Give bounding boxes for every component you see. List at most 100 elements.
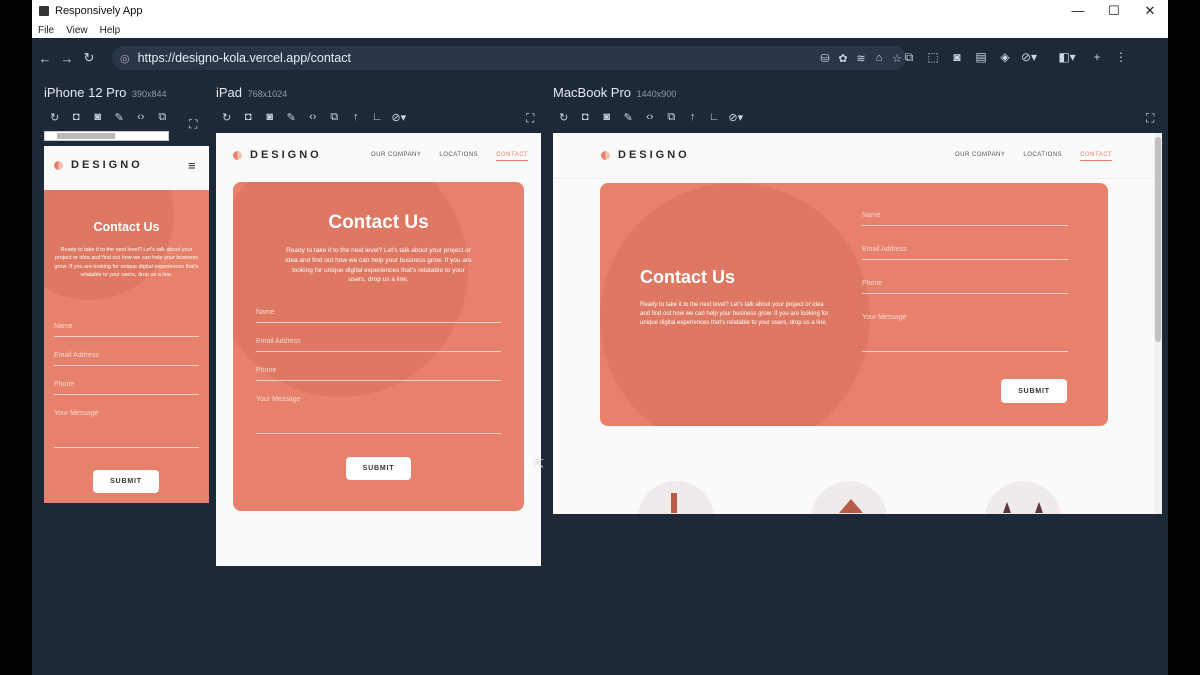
screenshot-icon[interactable]: ◙: [87, 111, 109, 124]
rotate-icon[interactable]: ⧉: [324, 111, 346, 124]
contact-body: Ready to take it to the next level? Let'…: [54, 247, 199, 278]
home-icon[interactable]: ⌂: [870, 52, 888, 65]
camera-icon[interactable]: ◘: [238, 111, 260, 124]
camera-icon[interactable]: ◘: [66, 111, 88, 124]
cookie-icon[interactable]: ✿: [834, 52, 852, 65]
contact-heading: Contact Us: [640, 267, 736, 287]
device-toolbar-macbook: ↻ ◘ ◙ ✎ ‹› ⧉ ↑ ∟ ⊘▾: [553, 111, 747, 124]
phone-field[interactable]: Phone: [54, 381, 199, 395]
name-field[interactable]: Name: [256, 309, 501, 323]
fullscreen-icon[interactable]: ⛶: [189, 117, 197, 132]
email-field[interactable]: Email Address: [256, 338, 501, 352]
pen-icon[interactable]: ✎: [109, 111, 131, 124]
contact-heading: Contact Us: [93, 220, 160, 234]
nav-locations[interactable]: LOCATIONS: [1023, 152, 1062, 161]
code-icon[interactable]: ‹›: [130, 111, 152, 124]
upload-icon[interactable]: ↑: [345, 111, 367, 124]
menu-file[interactable]: File: [38, 25, 54, 36]
email-field[interactable]: Email Address: [54, 352, 199, 366]
submit-button[interactable]: SUBMIT: [346, 457, 411, 480]
mouse-cursor-icon: ⇱: [534, 457, 545, 471]
app-window: Responsively App — ☐ ✕ File View Help ← …: [32, 0, 1168, 675]
logo-icon: [233, 150, 242, 160]
phone-field[interactable]: Phone: [256, 367, 501, 381]
camera-icon[interactable]: ◘: [575, 111, 597, 124]
layers-icon[interactable]: ◈: [993, 50, 1017, 65]
minimize-button[interactable]: —: [1060, 3, 1096, 19]
logo-text: DESIGNO: [250, 149, 322, 161]
maximize-button[interactable]: ☐: [1096, 3, 1132, 19]
address-bar[interactable]: ◎ https://designo-kola.vercel.app/contac…: [112, 46, 906, 70]
add-device-icon[interactable]: +: [1085, 50, 1109, 65]
menu-view[interactable]: View: [66, 25, 88, 36]
code-icon[interactable]: ‹›: [302, 111, 324, 124]
pen-icon[interactable]: ✎: [618, 111, 640, 124]
device-title-iphone: iPhone 12 Pro 390x844: [44, 85, 167, 100]
email-field[interactable]: Email Address: [862, 246, 1068, 260]
nav-contact[interactable]: CONTACT: [496, 152, 529, 161]
name-field[interactable]: Name: [54, 323, 199, 337]
submit-button[interactable]: SUBMIT: [93, 470, 159, 493]
logo-text: DESIGNO: [71, 159, 143, 171]
horizontal-scrollbar[interactable]: [44, 131, 169, 141]
nav-our-company[interactable]: OUR COMPANY: [371, 152, 421, 161]
nav-our-company[interactable]: OUR COMPANY: [955, 152, 1005, 161]
document-icon[interactable]: ▤: [969, 50, 993, 65]
layout-icon[interactable]: ◧▾: [1055, 50, 1079, 65]
network-icon[interactable]: ≋: [852, 52, 870, 65]
rotate-icon[interactable]: ⧉: [661, 111, 683, 124]
ruler-icon[interactable]: ∟: [367, 111, 389, 124]
upload-icon[interactable]: ↑: [682, 111, 704, 124]
app-icon: [39, 6, 49, 16]
fullscreen-icon[interactable]: ⛶: [1146, 111, 1154, 126]
message-field[interactable]: Your Message: [862, 314, 1068, 352]
pen-icon[interactable]: ✎: [281, 111, 303, 124]
close-button[interactable]: ✕: [1132, 3, 1168, 19]
fullscreen-icon[interactable]: ⛶: [526, 111, 534, 126]
ruler-icon[interactable]: ∟: [704, 111, 726, 124]
ipad-viewport: DESIGNO OUR COMPANY LOCATIONS CONTACT Co…: [216, 133, 541, 566]
screenshot-icon[interactable]: ◙: [945, 50, 969, 65]
logo[interactable]: DESIGNO: [54, 159, 143, 171]
refresh-icon[interactable]: ↻: [216, 111, 238, 124]
refresh-icon[interactable]: ↻: [44, 111, 66, 124]
message-field[interactable]: Your Message: [54, 410, 199, 448]
screenshot-icon[interactable]: ◙: [259, 111, 281, 124]
menu-help[interactable]: Help: [100, 25, 121, 36]
title-bar: Responsively App — ☐ ✕: [32, 0, 1168, 22]
logo-icon: [54, 160, 63, 170]
rotate-icon[interactable]: ⧉: [152, 111, 174, 124]
background-circle: [44, 190, 174, 300]
submit-button[interactable]: SUBMIT: [1001, 379, 1067, 403]
nav-menu: OUR COMPANY LOCATIONS CONTACT: [371, 152, 529, 161]
location-illustration-1: [638, 481, 714, 514]
url-text[interactable]: https://designo-kola.vercel.app/contact: [138, 51, 351, 65]
code-icon[interactable]: ‹›: [639, 111, 661, 124]
inspect-icon[interactable]: ⬚: [921, 50, 945, 65]
hide-icon[interactable]: ⊘▾: [725, 111, 747, 124]
header-divider: [553, 178, 1162, 179]
hide-icon[interactable]: ⊘▾: [388, 111, 410, 124]
logo-text: DESIGNO: [618, 149, 690, 161]
vertical-scrollbar[interactable]: [1154, 133, 1162, 514]
refresh-icon[interactable]: ↻: [553, 111, 575, 124]
reload-icon[interactable]: ↻: [78, 50, 100, 66]
logo-icon: [601, 150, 610, 160]
clear-storage-icon[interactable]: ⛁: [816, 52, 834, 65]
hamburger-menu-icon[interactable]: ≡: [188, 158, 196, 173]
nav-locations[interactable]: LOCATIONS: [439, 152, 478, 161]
logo[interactable]: DESIGNO: [601, 149, 690, 161]
name-field[interactable]: Name: [862, 212, 1068, 226]
screenshot-icon[interactable]: ◙: [596, 111, 618, 124]
globe-icon: ◎: [120, 52, 130, 65]
hide-icon[interactable]: ⊘▾: [1017, 50, 1041, 65]
message-field[interactable]: Your Message: [256, 396, 501, 434]
back-icon[interactable]: ←: [34, 51, 56, 66]
nav-contact[interactable]: CONTACT: [1080, 152, 1113, 161]
device-size: 1440x900: [636, 89, 677, 99]
device-preview-icon[interactable]: ⧉: [897, 50, 921, 65]
forward-icon[interactable]: →: [56, 51, 78, 66]
logo[interactable]: DESIGNO: [233, 149, 322, 161]
phone-field[interactable]: Phone: [862, 280, 1068, 294]
more-icon[interactable]: ⋮: [1109, 50, 1133, 65]
